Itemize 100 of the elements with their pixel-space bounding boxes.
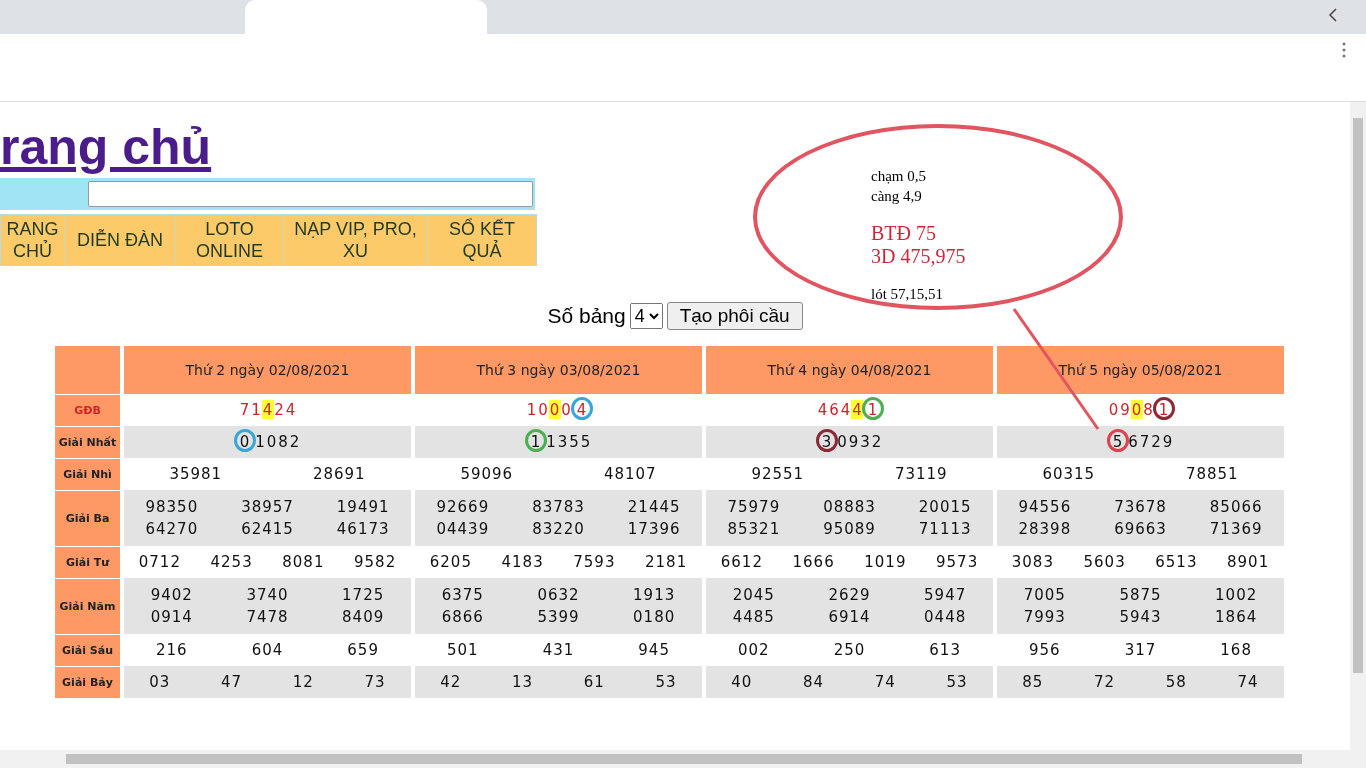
prize-number: 956	[1029, 641, 1061, 659]
prize-number: 250	[833, 641, 866, 659]
day-header: Thứ 5 ngày 05/08/2021	[997, 346, 1284, 394]
nav-item[interactable]: RANG CHỦ	[1, 215, 65, 265]
prize-number: 92669	[436, 498, 490, 516]
prize-number: 501	[447, 641, 479, 659]
nav-item[interactable]: LOTO ONLINE	[176, 215, 284, 265]
prize-number: 78851	[1185, 465, 1239, 483]
prize-number: 53	[946, 673, 968, 691]
prize-number: 8409	[342, 608, 385, 626]
prize-number: 53	[655, 673, 677, 691]
prize-number: 216	[156, 641, 188, 659]
prize-number: 83783	[532, 498, 585, 516]
prize-number: 47	[221, 673, 243, 691]
prize-number: 7478	[246, 608, 289, 626]
prize-number: 6914	[828, 608, 871, 626]
prize-label: GĐB	[55, 394, 120, 426]
prize-number: 92551	[751, 465, 805, 483]
nav-item[interactable]: DIỄN ĐÀN	[65, 215, 176, 265]
prize-number: 3 0932	[816, 433, 883, 451]
day-header: Thứ 2 ngày 02/08/2021	[124, 346, 411, 394]
prize-number: 9582	[354, 553, 397, 571]
prize-number: 4253	[210, 553, 253, 571]
prize-number: 73119	[894, 465, 948, 483]
nav-item[interactable]: NẠP VIP, PRO, XU	[284, 215, 428, 265]
prize-number: 8081	[282, 553, 325, 571]
prize-number: 0914	[150, 608, 193, 626]
callout-text: 3D 475,975	[871, 245, 966, 268]
prize-number: 28398	[1018, 520, 1072, 538]
prize-number: 945	[638, 641, 670, 659]
prize-number: 71369	[1209, 520, 1263, 538]
page-heading-link[interactable]: rang chủ	[0, 116, 212, 178]
prize-number: 3740	[246, 586, 289, 604]
horizontal-scrollbar[interactable]	[0, 750, 1366, 768]
prize-number: 659	[347, 641, 379, 659]
prize-number: 7593	[573, 553, 616, 571]
prize-number: 4183	[501, 553, 544, 571]
prize-number: 1666	[792, 553, 835, 571]
prize-number: 5603	[1083, 553, 1126, 571]
prize-number: 7 1424	[238, 401, 297, 419]
prize-label: Giải Bảy	[55, 666, 120, 698]
prize-number: 69663	[1114, 520, 1167, 538]
prize-number: 0448	[924, 608, 967, 626]
prize-number: 83220	[532, 520, 585, 538]
prize-number: 73678	[1114, 498, 1167, 516]
prize-number: 613	[929, 641, 961, 659]
prize-number: 0712	[138, 553, 181, 571]
prize-number: 73	[364, 673, 386, 691]
day-header: Thứ 3 ngày 03/08/2021	[415, 346, 702, 394]
prize-number: 40	[731, 673, 753, 691]
prize-number: 9573	[936, 553, 979, 571]
table-corner	[55, 346, 120, 394]
prize-number: 5943	[1119, 608, 1162, 626]
prize-number: 74	[874, 673, 896, 691]
prize-number: 95089	[823, 520, 876, 538]
prize-number: 62415	[241, 520, 294, 538]
prize-number: 20015	[918, 498, 972, 516]
prize-number: 1725	[342, 586, 385, 604]
table-count-select[interactable]: 4	[629, 303, 663, 329]
day-header: Thứ 4 ngày 04/08/2021	[706, 346, 993, 394]
prize-number: 6513	[1155, 553, 1198, 571]
prize-number: 19491	[336, 498, 390, 516]
prize-number: 8901	[1227, 553, 1270, 571]
prize-number: 168	[1220, 641, 1252, 659]
prize-number: 60315	[1042, 465, 1096, 483]
prize-label: Giải Năm	[55, 578, 120, 634]
prize-number: 6205	[429, 553, 472, 571]
prize-number: 1913	[633, 586, 676, 604]
prize-number: 1864	[1215, 608, 1258, 626]
prize-number: 0632	[537, 586, 580, 604]
nav-item[interactable]: SỔ KẾT QUẢ	[428, 215, 536, 265]
prize-number: 61	[583, 673, 605, 691]
prize-number: 5 6 7 29	[1107, 433, 1174, 451]
chevron-left-icon[interactable]	[1328, 8, 1338, 22]
prize-number: 72	[1094, 673, 1116, 691]
prize-number: 4644 1	[816, 401, 883, 419]
prize-number: 13	[512, 673, 534, 691]
prize-number: 6612	[720, 553, 763, 571]
prize-number: 74	[1237, 673, 1259, 691]
prize-number: 1 1 3 5 5	[525, 433, 592, 451]
prize-number: 85321	[727, 520, 781, 538]
prize-number: 2045	[732, 586, 775, 604]
prize-number: 98350	[145, 498, 199, 516]
callout-text: chạm 0,5	[871, 167, 927, 186]
prize-number: 0 1082	[234, 433, 301, 451]
prize-number: 0908 1	[1107, 401, 1174, 419]
prize-number: 6375	[441, 586, 484, 604]
create-button[interactable]: Tạo phôi cầu	[666, 302, 803, 330]
prize-label: Giải Nhất	[55, 426, 120, 458]
prize-number: 35981	[169, 465, 223, 483]
more-icon[interactable]	[1342, 42, 1346, 58]
vertical-scrollbar[interactable]	[1350, 102, 1366, 750]
prize-number: 7993	[1023, 608, 1066, 626]
callout-text: càng 4,9	[871, 187, 923, 206]
prize-number: 002	[738, 641, 770, 659]
prize-number: 7005	[1023, 586, 1066, 604]
search-field[interactable]	[88, 181, 533, 207]
prize-number: 42	[440, 673, 462, 691]
prize-number: 71113	[918, 520, 972, 538]
callout-text: BTĐ 75	[871, 222, 937, 245]
